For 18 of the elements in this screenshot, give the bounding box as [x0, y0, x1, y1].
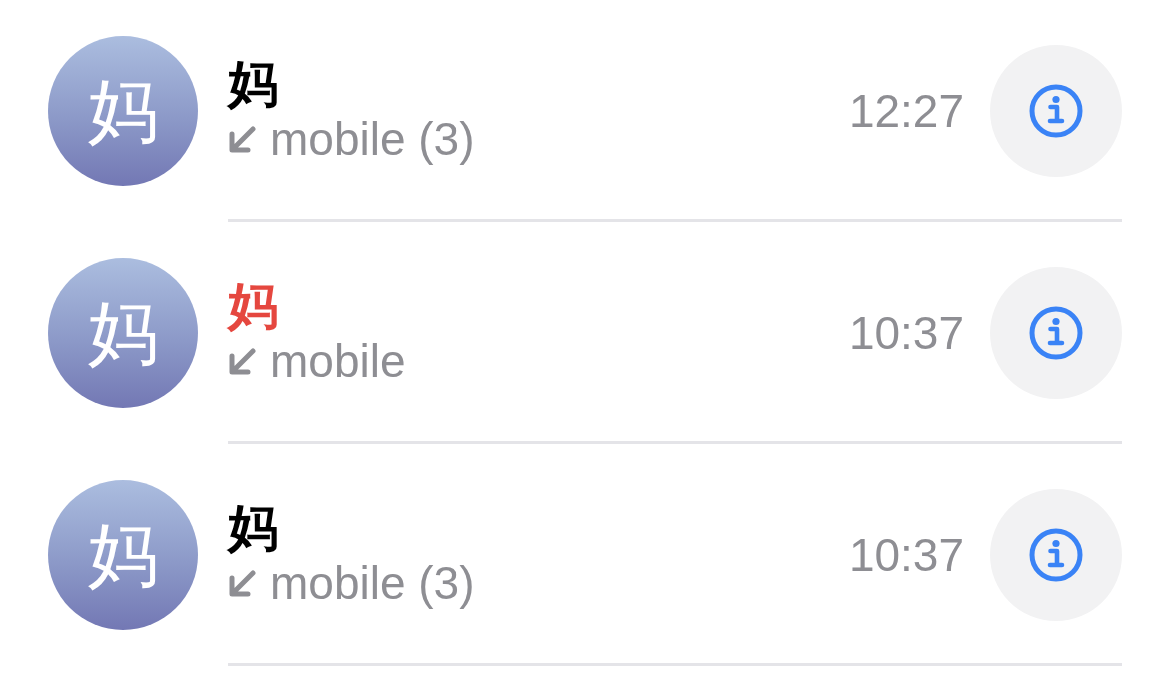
- call-type-label: mobile: [270, 336, 406, 387]
- call-time: 10:37: [848, 307, 964, 359]
- contact-avatar: 妈: [48, 258, 198, 408]
- call-type-label: mobile (3): [270, 558, 475, 609]
- info-icon: [1029, 528, 1083, 582]
- call-type-label: mobile (3): [270, 114, 475, 165]
- info-icon: [1029, 306, 1083, 360]
- down-left-arrow-icon: [228, 125, 256, 154]
- contact-name: 妈: [228, 501, 278, 557]
- down-left-arrow-icon: [228, 347, 256, 376]
- contact-name: 妈: [228, 279, 278, 335]
- call-time: 12:27: [848, 85, 964, 137]
- call-time: 10:37: [848, 529, 964, 581]
- contact-avatar: 妈: [48, 36, 198, 186]
- contact-avatar: 妈: [48, 480, 198, 630]
- contact-name: 妈: [228, 57, 278, 113]
- info-icon: [1029, 84, 1083, 138]
- down-left-arrow-icon: [228, 569, 256, 598]
